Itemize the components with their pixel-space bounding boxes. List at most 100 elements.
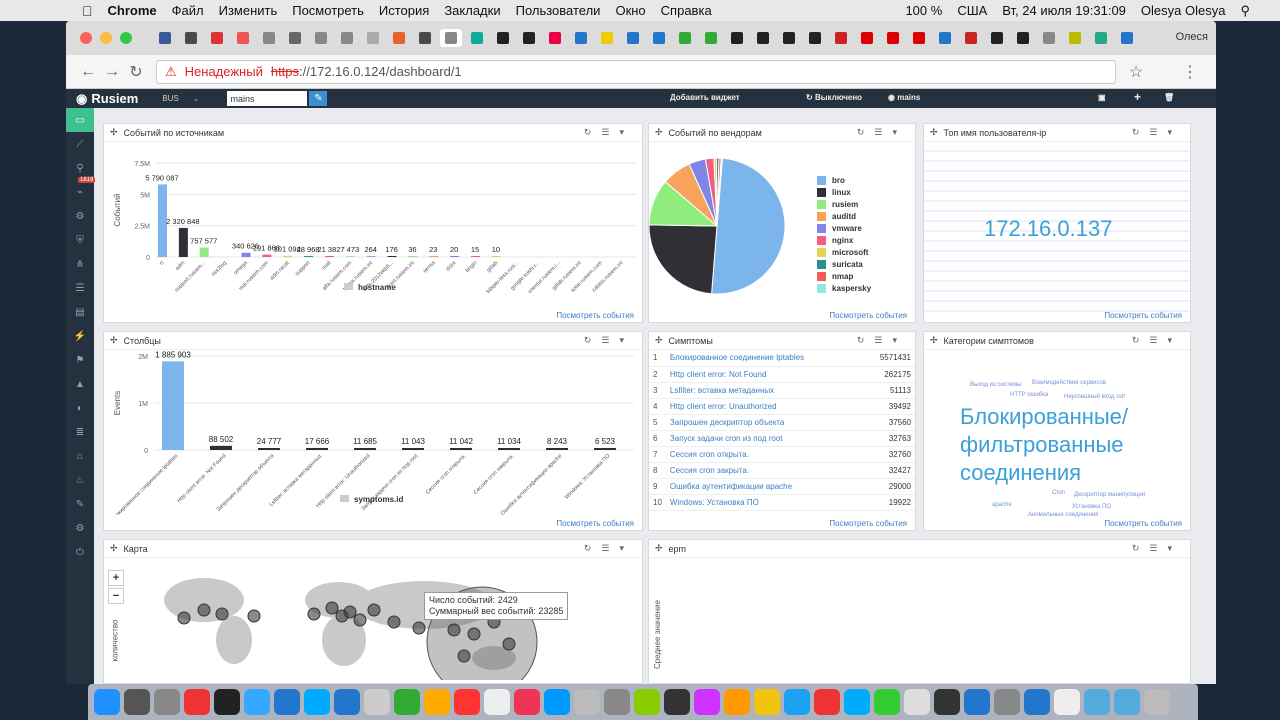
table-row[interactable]: 5 Запрошен дескриптор объекта 37560 (649, 414, 915, 431)
home-icon[interactable]: ⌂ (66, 444, 94, 468)
dock-app-icon[interactable] (1114, 689, 1140, 715)
cloud-big-line-3[interactable]: соединения (960, 460, 1081, 486)
settings-icon[interactable]: ⚙ (66, 516, 94, 540)
panel-controls[interactable]: ↻☰▾ (857, 335, 907, 346)
panel-controls[interactable]: ↻☰▾ (857, 127, 907, 138)
world-map[interactable] (164, 570, 584, 680)
dock-app-icon[interactable] (1054, 689, 1080, 715)
dock-app-icon[interactable] (994, 689, 1020, 715)
view-events-link[interactable]: Посмотреть события (829, 311, 907, 320)
browser-tab[interactable] (830, 29, 852, 47)
table-row[interactable]: 6 Запуск задачи cron из под root 32763 (649, 430, 915, 447)
brand-logo[interactable]: ◉ Rusiem (76, 91, 138, 107)
browser-tab[interactable] (726, 29, 748, 47)
menu-item-bookmarks[interactable]: Закладки (444, 3, 500, 18)
browser-tab[interactable] (908, 29, 930, 47)
dock-app-icon[interactable] (544, 689, 570, 715)
alert-badge[interactable]: 1819 (78, 177, 96, 183)
browser-tab[interactable] (362, 29, 384, 47)
dock-app-icon[interactable] (94, 689, 120, 715)
chart-icon[interactable]: ⟋ (66, 132, 94, 156)
dock-app-icon[interactable] (1084, 689, 1110, 715)
browser-tab[interactable] (1012, 29, 1034, 47)
add-widget-button[interactable]: Добавить виджет (670, 93, 740, 102)
panel-controls[interactable]: ↻☰▾ (584, 543, 634, 554)
symptom-link[interactable]: Сессия cron закрыта. (665, 462, 862, 479)
cloud-highlight-term[interactable]: 172.16.0.137 (984, 216, 1112, 242)
table-row[interactable]: 10 Windows: Установка ПО 19922 (649, 494, 915, 511)
browser-tab[interactable] (492, 29, 514, 47)
flag-icon[interactable]: ⚑ (66, 348, 94, 372)
drag-icon[interactable]: ✢ (110, 335, 118, 346)
dock-app-icon[interactable] (724, 689, 750, 715)
dock-app-icon[interactable] (964, 689, 990, 715)
search-input[interactable] (227, 91, 308, 106)
view-events-link[interactable]: Посмотреть события (1104, 519, 1182, 528)
cloud-term[interactable]: apache (992, 502, 1012, 508)
dock-app-icon[interactable] (904, 689, 930, 715)
cloud-term[interactable]: Дескриптор манипуляции (1074, 492, 1145, 498)
legend-item[interactable]: vmware (817, 224, 871, 233)
browser-tab[interactable] (882, 29, 904, 47)
cloud-big-line-2[interactable]: фильтрованные (960, 432, 1124, 458)
menu-dots-icon[interactable]: ⋮ (1178, 62, 1202, 82)
browser-tab[interactable] (622, 29, 644, 47)
dock-app-icon[interactable] (424, 689, 450, 715)
browser-tab[interactable] (570, 29, 592, 47)
edit-icon[interactable]: ✎ (309, 91, 328, 106)
menu-item-history[interactable]: История (379, 3, 429, 18)
dock-app-icon[interactable] (784, 689, 810, 715)
bookmark-star-icon[interactable]: ☆ (1124, 62, 1148, 82)
browser-tab[interactable] (258, 29, 280, 47)
dock-app-icon[interactable] (364, 689, 390, 715)
table-row[interactable]: 2 Http client error: Not Found 262175 (649, 366, 915, 383)
legend-item[interactable]: rusiem (817, 200, 871, 209)
dock-app-icon[interactable] (154, 689, 180, 715)
menu-item-window[interactable]: Окно (615, 3, 645, 18)
dock-app-icon[interactable] (184, 689, 210, 715)
cloud-term[interactable]: Установка ПО (1072, 504, 1111, 510)
table-row[interactable]: 3 Lsfilter: вставка метаданных 51113 (649, 382, 915, 399)
save-icon[interactable]: ▣ (1098, 93, 1106, 102)
legend-item[interactable]: linux (817, 188, 871, 197)
browser-tab[interactable] (856, 29, 878, 47)
power-icon[interactable]: ⏻ (66, 540, 94, 564)
browser-tab[interactable] (596, 29, 618, 47)
browser-tab[interactable] (1064, 29, 1086, 47)
browser-tab[interactable] (960, 29, 982, 47)
view-events-link[interactable]: Посмотреть события (556, 311, 634, 320)
reload-icon[interactable]: ↻ (124, 62, 148, 82)
table-row[interactable]: 9 Ошибка аутентификации apache 29000 (649, 478, 915, 495)
url-field[interactable]: ⚠ Ненадежный https ://172.16.0.124/dashb… (156, 59, 1116, 84)
browser-tab[interactable] (544, 29, 566, 47)
browser-tab[interactable] (934, 29, 956, 47)
bus-selector[interactable]: BUS (162, 94, 178, 103)
panel-controls[interactable]: ↻☰▾ (1132, 335, 1182, 346)
legend-item[interactable]: nginx (817, 236, 871, 245)
drag-icon[interactable]: ✢ (930, 335, 938, 346)
alert-icon[interactable]: ▲ (66, 372, 94, 396)
dock-app-icon[interactable] (214, 689, 240, 715)
list-icon[interactable]: ☰ (66, 276, 94, 300)
dock-app-icon[interactable] (934, 689, 960, 715)
add-icon[interactable]: + (1134, 90, 1141, 104)
chevron-down-icon[interactable]: ⌄ (193, 94, 200, 103)
dock-app-icon[interactable] (334, 689, 360, 715)
back-icon[interactable]: ← (76, 63, 100, 81)
pie-icon[interactable]: ◐ (66, 396, 94, 420)
dock-app-icon[interactable] (814, 689, 840, 715)
dock-app-icon[interactable] (634, 689, 660, 715)
menu-app-name[interactable]: Chrome (108, 3, 157, 18)
browser-tab[interactable] (648, 29, 670, 47)
menu-item-file[interactable]: Файл (172, 3, 204, 18)
filter-selector[interactable]: ◉ mains (888, 93, 920, 102)
cloud-big-line-1[interactable]: Блокированные/ (960, 404, 1128, 430)
table-row[interactable]: 4 Http client error: Unauthorized 39492 (649, 398, 915, 415)
monitor-icon[interactable]: ▭ (66, 108, 94, 132)
browser-tab[interactable] (674, 29, 696, 47)
symptom-link[interactable]: Запрошен дескриптор объекта (665, 414, 862, 431)
cloud-term[interactable]: Аномальные соединения (1028, 512, 1098, 518)
cloud-term[interactable]: Cron (1052, 490, 1065, 496)
wrench-icon[interactable]: ✎ (66, 492, 94, 516)
view-events-link[interactable]: Посмотреть события (556, 519, 634, 528)
